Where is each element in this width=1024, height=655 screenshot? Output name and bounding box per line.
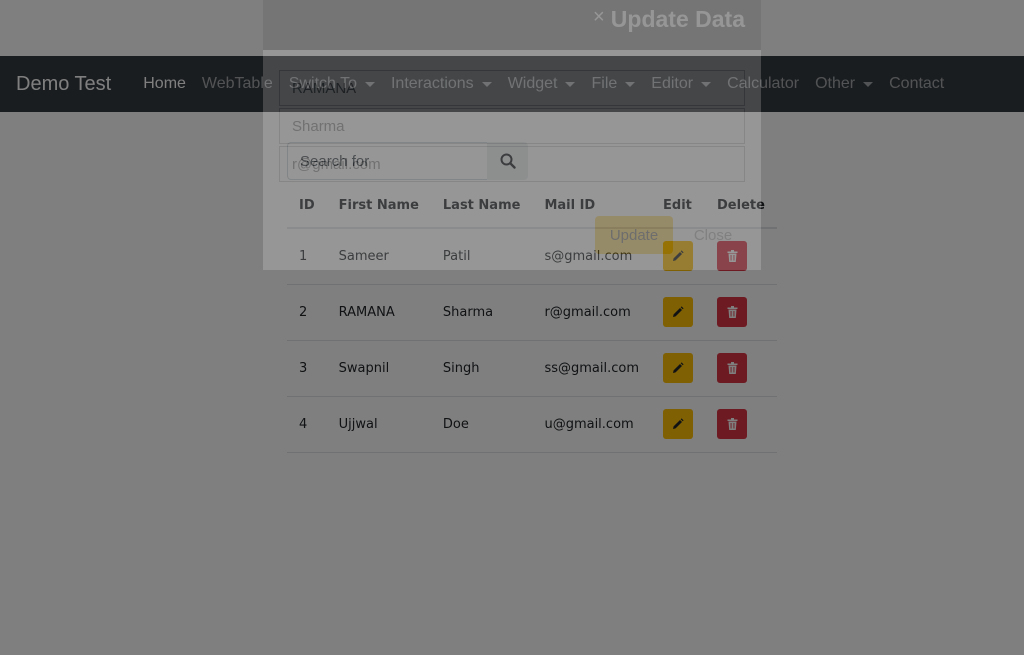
update-button[interactable]: Update: [595, 216, 673, 254]
update-modal: × Update Data Update Close: [263, 0, 761, 270]
first-name-field[interactable]: [279, 70, 745, 106]
email-field[interactable]: [279, 146, 745, 182]
page: Demo Test Home WebTable Switch To Intera…: [0, 0, 1024, 655]
modal-header: × Update Data: [263, 0, 761, 52]
last-name-field[interactable]: [279, 108, 745, 144]
close-button[interactable]: Close: [683, 216, 743, 254]
modal-title: Update Data: [610, 6, 745, 32]
modal-close-icon[interactable]: ×: [593, 6, 605, 29]
